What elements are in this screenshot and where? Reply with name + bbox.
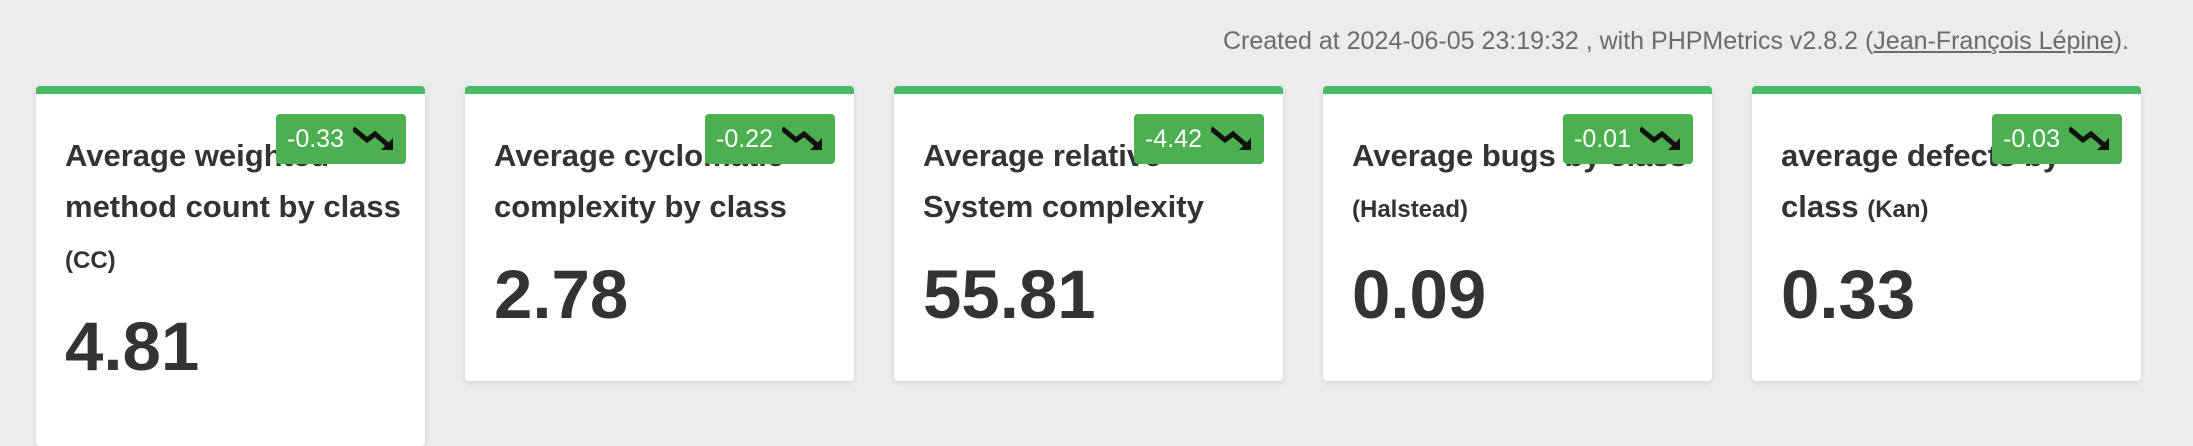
delta-value: -0.33: [287, 124, 344, 153]
card-title-sub: (Halstead): [1352, 196, 1469, 223]
delta-badge: -4.42: [1134, 114, 1264, 164]
card-title-sub: (Kan): [1867, 196, 1929, 223]
metric-card-cyclomatic-complexity: Average cyclomatic complexity by class 2…: [465, 86, 854, 381]
delta-badge: -0.03: [1992, 114, 2122, 164]
card-value: 0.09: [1352, 256, 1487, 333]
card-value: 4.81: [65, 308, 200, 385]
trending-down-icon: [1640, 126, 1680, 150]
card-value: 2.78: [494, 256, 629, 333]
delta-value: -0.03: [2003, 124, 2060, 153]
delta-value: -4.42: [1145, 124, 1202, 153]
created-at-text: Created at 2024-06-05 23:19:32 , with PH…: [1222, 27, 1874, 55]
metric-card-weighted-method-count: Average weighted method count by class (…: [36, 86, 425, 446]
delta-value: -0.22: [716, 124, 773, 153]
card-title-sub: (CC): [65, 247, 116, 274]
trending-down-icon: [1211, 126, 1251, 150]
delta-value: -0.01: [1574, 124, 1631, 153]
created-at-footer: Created at 2024-06-05 23:19:32 , with PH…: [1223, 27, 2129, 56]
card-value: 0.33: [1781, 256, 1916, 333]
metric-card-relative-system-complexity: Average relative System complexity 55.81…: [894, 86, 1283, 381]
created-at-suffix: ).: [2113, 27, 2129, 55]
delta-badge: -0.33: [276, 114, 406, 164]
delta-badge: -0.01: [1563, 114, 1693, 164]
trending-down-icon: [2069, 126, 2109, 150]
trending-down-icon: [353, 126, 393, 150]
metric-card-defects-kan: average defects by class (Kan) 0.33 -0.0…: [1752, 86, 2141, 381]
author-link[interactable]: Jean-François Lépine: [1873, 27, 2113, 55]
delta-badge: -0.22: [705, 114, 835, 164]
metric-card-bugs-halstead: Average bugs by class (Halstead) 0.09 -0…: [1323, 86, 1712, 381]
trending-down-icon: [782, 126, 822, 150]
card-value: 55.81: [923, 256, 1096, 333]
